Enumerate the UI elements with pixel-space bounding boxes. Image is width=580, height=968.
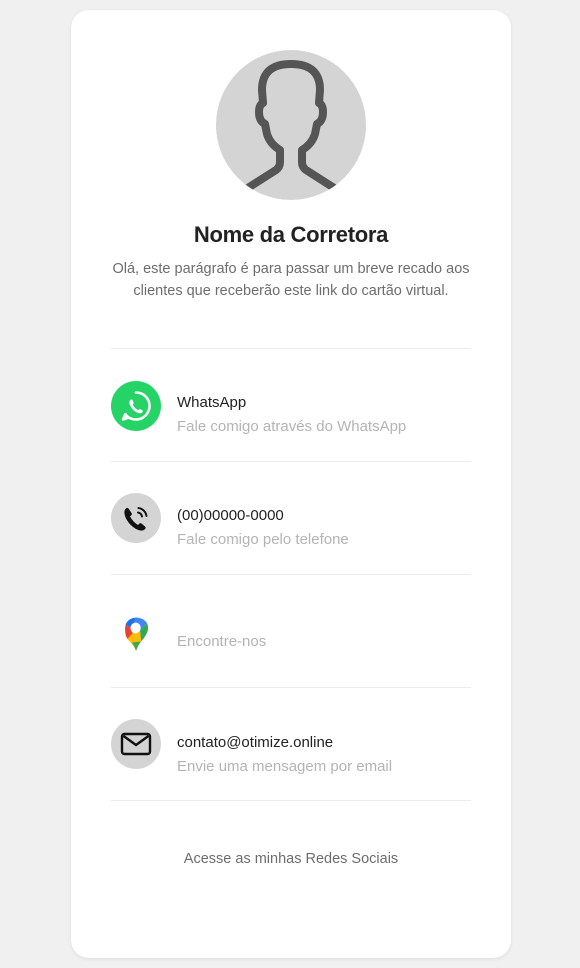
- whatsapp-icon: [111, 381, 161, 431]
- whatsapp-title: WhatsApp: [177, 394, 247, 411]
- profile-card: Nome da Corretora Olá, este parágrafo é …: [71, 10, 511, 958]
- phone-icon: [111, 493, 161, 543]
- whatsapp-subtitle: Fale comigo através do WhatsApp: [177, 418, 407, 435]
- email-address: contato@otimize.online: [177, 734, 334, 751]
- profile-name: Nome da Corretora: [193, 222, 389, 247]
- google-maps-pin-icon: [111, 606, 161, 656]
- profile-description: Olá, este parágrafo é para passar um bre…: [112, 261, 470, 299]
- email-contact[interactable]: contato@otimize.online Envie uma mensage…: [111, 688, 471, 800]
- email-subtitle: Envie uma mensagem por email: [177, 758, 393, 775]
- avatar: [216, 50, 366, 200]
- maps-label: Encontre-nos: [177, 633, 267, 650]
- social-networks-link[interactable]: Acesse as minhas Redes Sociais: [71, 851, 511, 867]
- divider: [111, 800, 471, 801]
- email-icon: [111, 719, 161, 769]
- person-silhouette-icon: [236, 60, 346, 197]
- whatsapp-contact[interactable]: WhatsApp Fale comigo através do WhatsApp: [111, 349, 471, 461]
- phone-subtitle: Fale comigo pelo telefone: [177, 531, 349, 548]
- maps-contact[interactable]: Encontre-nos: [111, 575, 471, 687]
- phone-number: (00)00000-0000: [177, 507, 284, 524]
- phone-contact[interactable]: (00)00000-0000 Fale comigo pelo telefone: [111, 462, 471, 574]
